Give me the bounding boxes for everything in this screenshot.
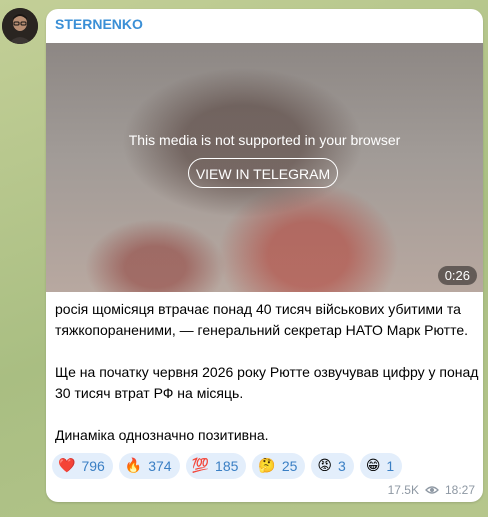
red-heart-icon: ❤️ <box>58 458 76 474</box>
video-preview[interactable]: This media is not supported in your brow… <box>46 43 483 292</box>
message-time: 18:27 <box>444 483 475 497</box>
grinning-face-icon: 😁 <box>365 458 381 474</box>
fire-icon: 🔥 <box>124 458 143 474</box>
message-bubble: STERNENKO This media is not supported in… <box>46 9 483 502</box>
avatar-image <box>2 8 38 44</box>
reaction-count: 1 <box>386 458 395 474</box>
reaction-count: 796 <box>81 458 105 474</box>
view-in-telegram-button[interactable]: VIEW IN TELEGRAM <box>188 158 338 188</box>
sender-name[interactable]: STERNENKO <box>55 16 143 32</box>
reaction-hundred[interactable]: 💯 185 <box>185 453 247 479</box>
reaction-count: 374 <box>148 458 172 474</box>
message-paragraph: росія щомісяця втрачає понад 40 тисяч ві… <box>55 301 469 338</box>
reaction-heart[interactable]: ❤️ 796 <box>52 453 113 479</box>
view-count: 17.5K <box>387 483 419 497</box>
reaction-count: 185 <box>215 458 239 474</box>
eye-icon <box>425 486 439 494</box>
hundred-points-icon: 💯 <box>191 458 210 474</box>
thinking-face-icon: 🤔 <box>258 458 276 474</box>
unsupported-media-notice: This media is not supported in your brow… <box>128 132 401 148</box>
message-paragraph: Ще на початку червня 2026 року Рютте озв… <box>55 364 479 401</box>
reaction-angry[interactable]: 😡 3 <box>311 453 354 479</box>
message-paragraph: Динаміка однозначно позитивна. <box>55 427 269 443</box>
reaction-grin[interactable]: 😁 1 <box>359 453 403 479</box>
video-duration-badge: 0:26 <box>437 266 477 285</box>
angry-face-icon: 😡 <box>317 458 333 474</box>
message-text: росія щомісяця втрачає понад 40 тисяч ві… <box>55 299 480 446</box>
reaction-count: 25 <box>281 458 298 474</box>
message-meta: 17.5K 18:27 <box>388 483 475 497</box>
reactions-bar: ❤️ 796 🔥 374 💯 185 🤔 25 😡 3 😁 1 <box>52 453 403 479</box>
reaction-fire[interactable]: 🔥 374 <box>118 453 180 479</box>
reaction-thinking[interactable]: 🤔 25 <box>252 453 306 479</box>
reaction-count: 3 <box>338 458 346 474</box>
channel-avatar[interactable] <box>2 8 38 44</box>
